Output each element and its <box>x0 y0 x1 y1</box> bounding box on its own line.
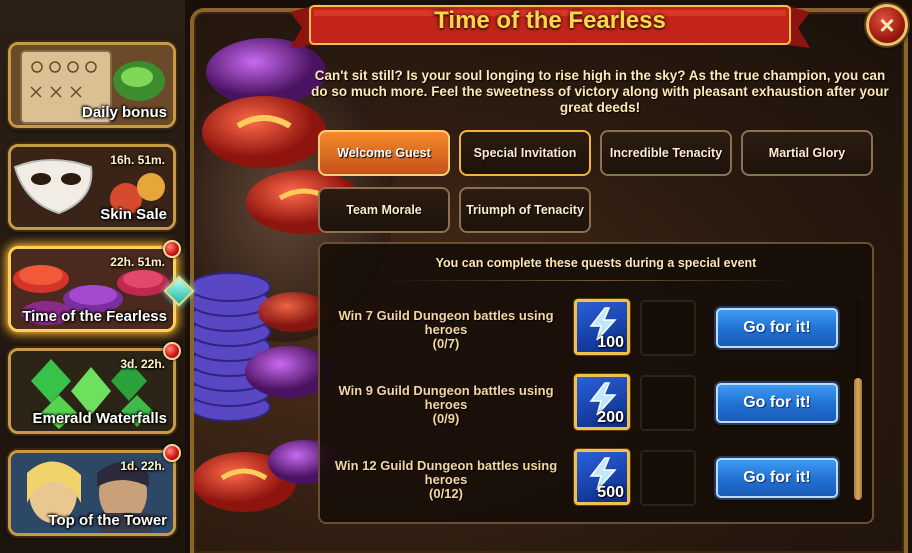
event-sidebar: Daily bonus 16h. 51m. Skin Sale 22h. 51m… <box>0 0 185 553</box>
sidebar-item-skin-sale[interactable]: 16h. 51m. Skin Sale <box>8 144 176 230</box>
quest-line: heroes <box>424 322 468 337</box>
reward-slot[interactable]: 100 <box>574 299 630 355</box>
tab-special-invitation[interactable]: Special Invitation <box>459 130 591 176</box>
quest-line: Win 12 Guild Dungeon battles using <box>334 458 558 473</box>
reward-slot[interactable]: 200 <box>574 374 630 430</box>
tab-team-morale[interactable]: Team Morale <box>318 187 450 233</box>
sidebar-item-daily-bonus[interactable]: Daily bonus <box>8 42 176 128</box>
reward-quantity: 500 <box>597 484 624 501</box>
notification-dot <box>163 240 181 258</box>
reward-quantity: 200 <box>597 409 624 426</box>
close-button[interactable]: × <box>866 4 908 46</box>
go-for-it-button[interactable]: Go for it! <box>716 458 838 498</box>
sidebar-item-label: Emerald Waterfalls <box>32 410 168 427</box>
quest-description: Win 7 Guild Dungeon battles using heroes… <box>330 309 562 351</box>
sidebar-item-label: Top of the Tower <box>48 512 167 529</box>
tab-welcome-guest[interactable]: Welcome Guest <box>318 130 450 176</box>
quest-progress: (0/12) <box>429 486 463 501</box>
sidebar-item-label: Daily bonus <box>81 104 167 121</box>
quest-line: Win 9 Guild Dungeon battles using <box>338 383 554 398</box>
quest-line: Win 7 Guild Dungeon battles using <box>338 308 554 323</box>
tab-incredible-tenacity[interactable]: Incredible Tenacity <box>600 130 732 176</box>
reward-quantity: 100 <box>597 334 624 351</box>
sidebar-item-timer: 16h. 51m. <box>110 153 165 167</box>
sidebar-item-time-of-the-fearless[interactable]: 22h. 51m. Time of the Fearless <box>8 246 176 332</box>
sidebar-item-label: Skin Sale <box>100 206 167 223</box>
go-for-it-button[interactable]: Go for it! <box>716 383 838 423</box>
tab-triumph-of-tenacity[interactable]: Triumph of Tenacity <box>459 187 591 233</box>
reward-slot[interactable]: 500 <box>574 449 630 505</box>
empty-reward-slot <box>640 375 696 431</box>
sidebar-item-top-of-the-tower[interactable]: 1d. 22h. Top of the Tower <box>8 450 176 536</box>
quest-progress: (0/9) <box>432 411 460 426</box>
quest-description: Win 12 Guild Dungeon battles using heroe… <box>330 459 562 501</box>
close-icon: × <box>879 10 895 40</box>
scrollbar-thumb[interactable] <box>854 378 862 500</box>
quest-line: heroes <box>424 397 468 412</box>
sidebar-item-timer: 1d. 22h. <box>120 459 165 473</box>
quest-progress: (0/7) <box>432 336 460 351</box>
quest-panel-note: You can complete these quests during a s… <box>435 256 757 270</box>
notification-dot <box>163 444 181 462</box>
quest-line: heroes <box>424 472 468 487</box>
window-title: Time of the Fearless <box>434 7 666 34</box>
tab-martial-glory[interactable]: Martial Glory <box>741 130 873 176</box>
sidebar-item-timer: 22h. 51m. <box>110 255 165 269</box>
notification-dot <box>163 342 181 360</box>
divider <box>390 280 802 281</box>
empty-reward-slot <box>640 450 696 506</box>
event-description: Can't sit still? Is your soul longing to… <box>311 68 889 115</box>
sidebar-item-label: Time of the Fearless <box>22 308 167 325</box>
go-for-it-button[interactable]: Go for it! <box>716 308 838 348</box>
empty-reward-slot <box>640 300 696 356</box>
sidebar-item-emerald-waterfalls[interactable]: 3d. 22h. Emerald Waterfalls <box>8 348 176 434</box>
quest-description: Win 9 Guild Dungeon battles using heroes… <box>330 384 562 426</box>
sidebar-item-timer: 3d. 22h. <box>120 357 165 371</box>
